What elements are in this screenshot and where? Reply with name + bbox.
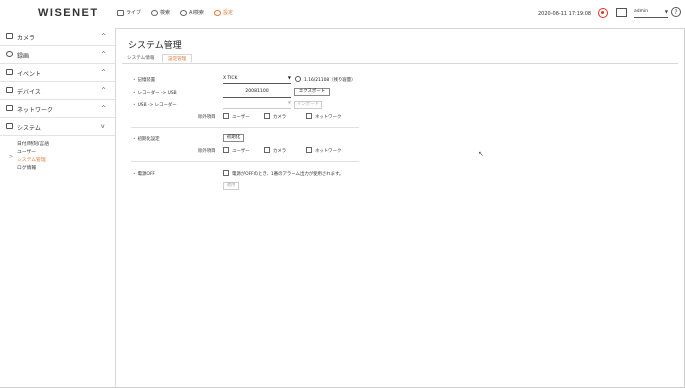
device-icon [6,87,13,93]
search-icon [151,9,159,16]
init-exclude-network-checkbox[interactable] [306,147,312,153]
nav-settings[interactable]: 設定 [213,9,233,16]
chevron-down-icon: ▼ [287,75,291,80]
init-button[interactable]: 初期化 [223,134,244,142]
tab-system-info[interactable]: システム情報 [122,54,159,63]
monitor-icon [117,9,124,16]
export-button[interactable]: エクスポート [294,88,330,96]
sidebar: カメラ ^ 録画 ^ イベント ^ デバイス ^ ネットワーク ^ システム v… [0,28,116,387]
init-exclude-user-label: ユーザー [232,149,250,154]
exclude-camera-label: カメラ [273,115,287,120]
nav-ai-search[interactable]: AI検索 [180,9,204,16]
init-exclude-camera-label: カメラ [273,149,287,154]
chevron-up-icon: ^ [101,51,107,58]
storage-label-text: 記憶装置 [137,78,156,83]
event-icon [6,69,13,75]
settings-icon [213,9,221,16]
init-label-text: 初期化設定 [137,137,160,142]
init-exclude-user-checkbox[interactable] [223,147,229,153]
init-exclude-camera-checkbox[interactable] [264,147,270,153]
nav-search[interactable]: 検索 [151,9,170,16]
import-file-select[interactable]: ▼ [223,100,291,109]
exclude-label-2: 除外項目 [198,149,216,154]
help-icon[interactable]: ? [671,7,681,17]
record-icon [6,51,13,57]
apply-button[interactable]: 適用 [223,182,239,190]
top-bar: WISENET ライブ 検索 AI検索 設定 2020-06-11 17:19:… [0,0,685,29]
chevron-right-icon: > [9,154,14,160]
storage-label: • 記憶装置 [133,78,156,83]
tab-bar: システム情報 設定管理 [122,54,678,64]
sidebar-item-event[interactable]: イベント ^ [0,64,115,82]
sidebar-item-label: ネットワーク [17,107,54,114]
power-off-checkbox[interactable] [223,170,229,176]
sidebar-item-label: デバイス [17,89,41,96]
divider [131,161,359,162]
datetime: 2020-06-11 17:19:08 [538,11,592,17]
power-off-description: 電源がOFFのとき、1番のアラーム出力が使用されます。 [232,172,344,177]
wisenet-logo: WISENET [38,7,99,19]
power-off-label-text: 電源OFF [137,172,155,177]
exclude-label-1: 除外項目 [198,115,216,120]
mouse-cursor-icon: ↖ [478,150,484,158]
sidebar-item-record[interactable]: 録画 ^ [0,46,115,64]
usb-to-recorder-label: • USB -> レコーダー [133,103,177,108]
init-label: • 初期化設定 [133,137,160,142]
usb-to-recorder-text: USB -> レコーダー [137,103,177,108]
ai-search-icon [180,9,188,16]
sidebar-item-label: カメラ [17,35,36,42]
sidebar-item-label: 録画 [17,53,30,60]
sidebar-item-system[interactable]: システム v [0,118,115,136]
user-select[interactable]: admin ▼ [634,9,668,18]
storage-capacity: 1.16/21108（残り容量） [304,78,356,83]
init-exclude-network-label: ネットワーク [315,149,342,154]
sidebar-sub-system-management[interactable]: システム管理 [17,156,46,163]
exclude-user-label: ユーザー [232,115,250,120]
recorder-to-usb-label: • レコーダー -> USB [133,91,177,96]
nav-settings-label: 設定 [222,10,233,16]
power-off-label: • 電源OFF [133,172,155,177]
export-filename-input[interactable]: 20081100 [223,89,291,98]
sidebar-sub-user[interactable]: ユーザー [17,148,36,155]
exclude-network-checkbox[interactable] [306,113,312,119]
chevron-up-icon: ^ [101,69,107,76]
nav-ai-search-label: AI検索 [189,10,204,16]
network-icon [6,105,13,111]
tab-settings-management[interactable]: 設定管理 [162,54,193,63]
storage-select[interactable]: X TICK ▼ [223,75,291,84]
exclude-camera-checkbox[interactable] [264,113,270,119]
nav-live[interactable]: ライブ [117,9,141,16]
exclude-network-label: ネットワーク [315,115,342,120]
exclude-user-checkbox[interactable] [223,113,229,119]
system-icon [6,123,13,129]
chevron-down-icon: ▼ [287,100,291,105]
camera-icon [6,33,13,39]
chevron-up-icon: ^ [101,105,107,112]
chevron-down-icon: v [101,123,105,130]
sidebar-item-label: システム [17,125,41,132]
import-button[interactable]: インポート [294,101,322,109]
storage-value: X TICK [223,76,238,81]
top-nav: ライブ 検索 AI検索 設定 [117,9,233,16]
sidebar-item-label: イベント [17,71,42,78]
page-title: システム管理 [128,41,182,51]
user-name: admin [634,9,649,14]
chevron-up-icon: ^ [101,87,107,94]
sidebar-sub-datetime[interactable]: 日付/時刻/言語 [17,140,49,147]
sidebar-sub-log[interactable]: ログ情報 [17,164,36,171]
recording-status-icon[interactable] [598,8,608,18]
recorder-to-usb-text: レコーダー -> USB [137,91,177,96]
chevron-down-icon: ▼ [664,9,668,14]
divider [131,127,359,128]
nav-search-label: 検索 [160,10,171,16]
network-status-icon[interactable] [616,8,627,17]
refresh-icon[interactable] [295,76,301,82]
sidebar-item-network[interactable]: ネットワーク ^ [0,100,115,118]
nav-live-label: ライブ [126,10,142,16]
sidebar-item-device[interactable]: デバイス ^ [0,82,115,100]
sidebar-item-camera[interactable]: カメラ ^ [0,28,115,46]
chevron-up-icon: ^ [101,33,107,40]
main-panel: システム管理 システム情報 設定管理 • 記憶装置 X TICK ▼ 1.16/2… [116,28,685,387]
